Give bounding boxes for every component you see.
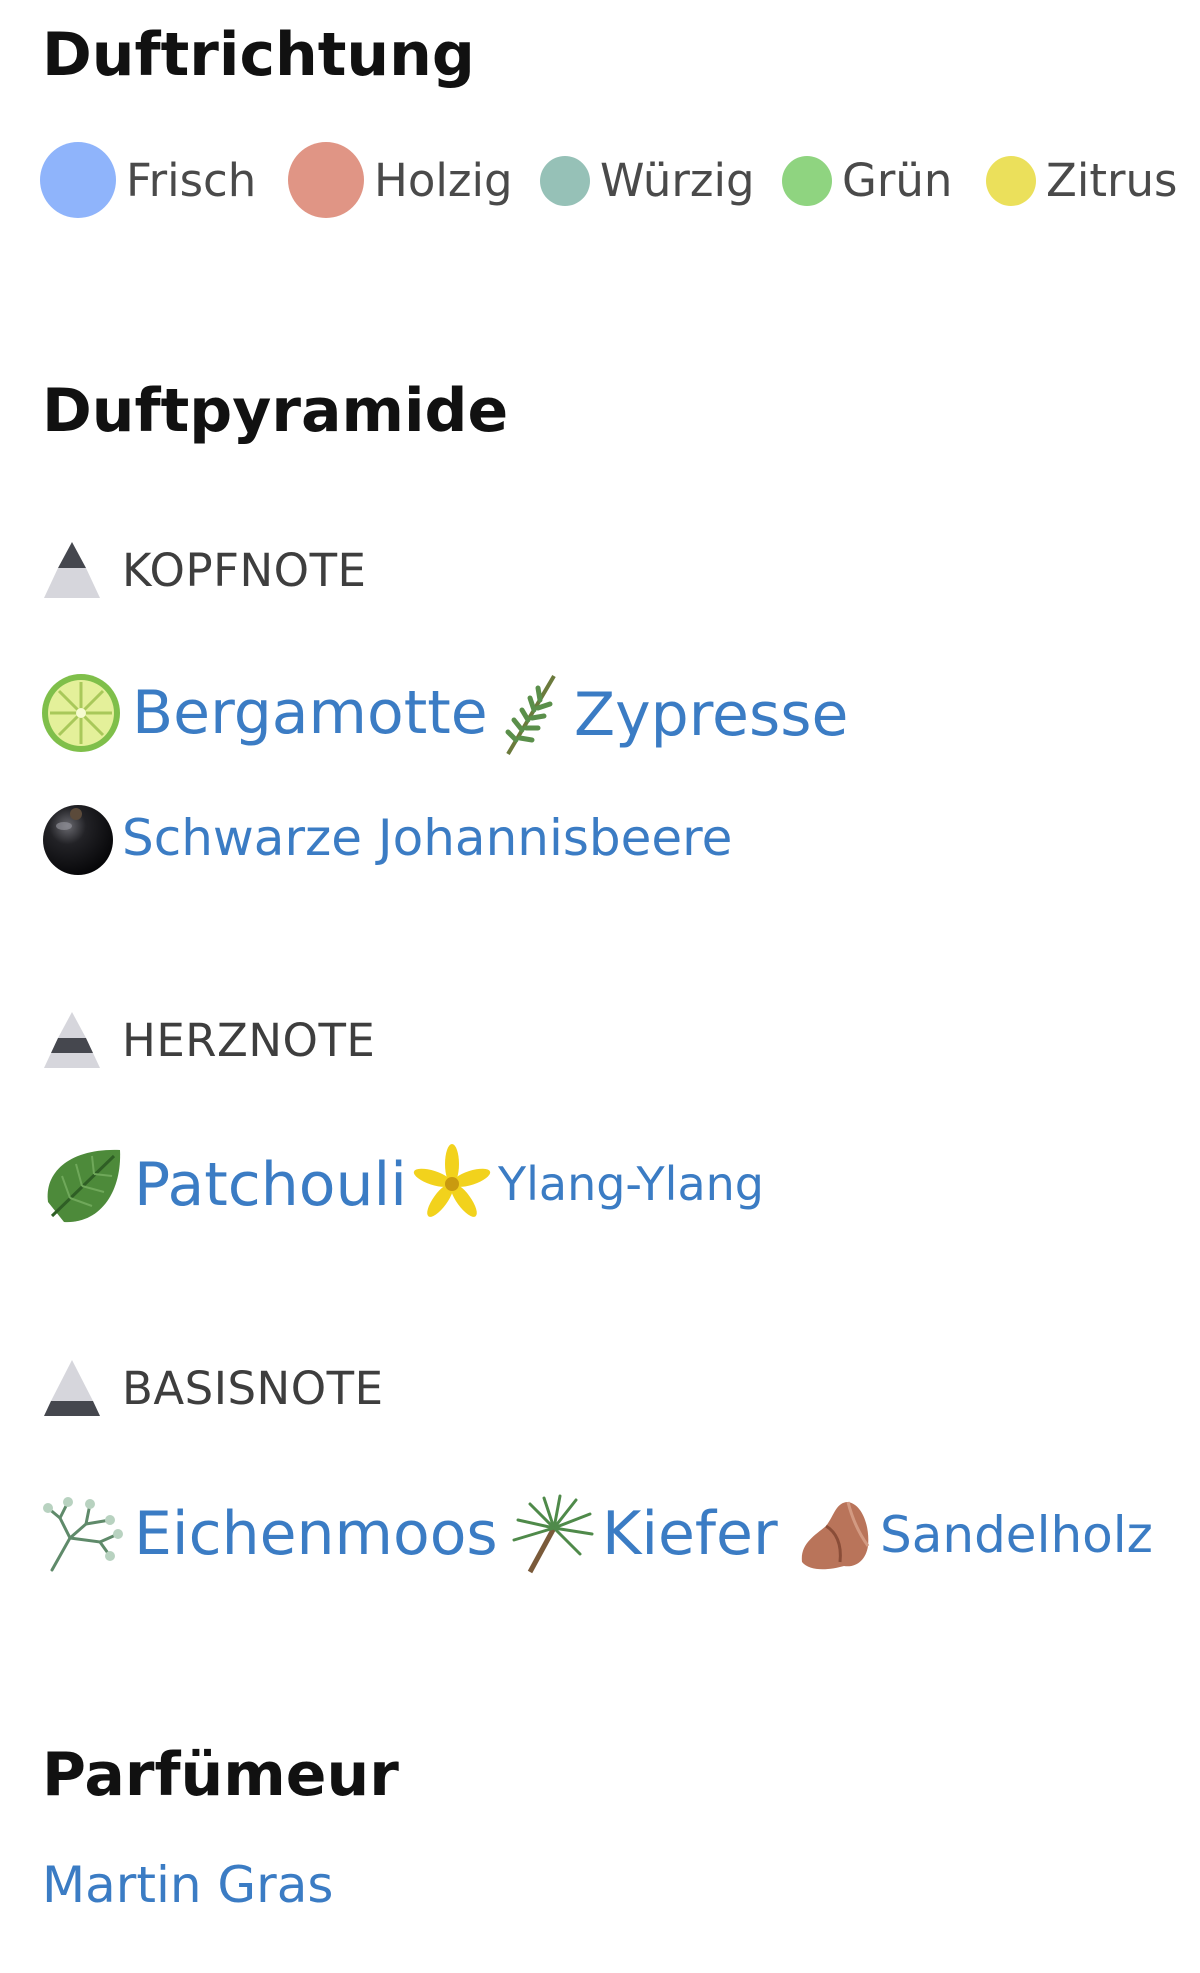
ylang-ylang-flower-icon xyxy=(413,1144,491,1217)
color-dot-holzig xyxy=(288,142,364,218)
note-bergamotte[interactable]: Bergamotte xyxy=(40,672,488,754)
note-name-zypresse: Zypresse xyxy=(574,680,849,750)
note-name-eichenmoos: Eichenmoos xyxy=(134,1499,498,1569)
color-dot-gruen xyxy=(782,155,832,206)
tier-basisnote: BASISNOTE xyxy=(40,1356,384,1420)
parfumeur-heading: Parfümeur xyxy=(42,1740,399,1810)
note-name-patchouli: Patchouli xyxy=(134,1150,407,1220)
note-name-schwarze-johannisbeere: Schwarze Johannisbeere xyxy=(122,809,733,867)
duftrichtung-heading: Duftrichtung xyxy=(42,20,475,90)
legend-item-holzig: Holzig xyxy=(288,142,513,218)
note-name-bergamotte: Bergamotte xyxy=(132,678,488,748)
note-sandelholz[interactable]: Sandelholz xyxy=(796,1496,1153,1574)
note-schwarze-johannisbeere[interactable]: Schwarze Johannisbeere xyxy=(40,800,732,876)
legend-item-zitrus: Zitrus xyxy=(986,154,1177,207)
note-name-ylang-ylang: Ylang-Ylang xyxy=(498,1157,764,1211)
tier-kopfnote: KOPFNOTE xyxy=(40,538,367,602)
note-kiefer[interactable]: Kiefer xyxy=(510,1494,778,1574)
legend-label: Zitrus xyxy=(1046,154,1178,207)
bergamot-icon xyxy=(42,674,120,752)
tier-label-herznote: HERZNOTE xyxy=(122,1013,376,1067)
cypress-icon xyxy=(505,674,556,756)
legend-item-frisch: Frisch xyxy=(40,142,256,218)
legend-label: Würzig xyxy=(600,154,755,207)
legend-item-gruen: Grün xyxy=(782,154,952,207)
note-name-sandelholz: Sandelholz xyxy=(880,1506,1153,1564)
oakmoss-icon xyxy=(43,1497,123,1572)
duftpyramide-heading: Duftpyramide xyxy=(42,376,509,446)
note-eichenmoos[interactable]: Eichenmoos xyxy=(40,1494,498,1574)
blackcurrant-icon xyxy=(43,805,113,875)
tier-label-kopfnote: KOPFNOTE xyxy=(122,543,367,597)
pyramid-top-icon xyxy=(44,542,100,598)
color-dot-wuerzig xyxy=(540,155,590,206)
note-name-kiefer: Kiefer xyxy=(602,1499,778,1569)
note-patchouli[interactable]: Patchouli xyxy=(40,1142,407,1228)
sandalwood-icon xyxy=(801,1501,870,1570)
note-zypresse[interactable]: Zypresse xyxy=(500,672,848,758)
color-dot-frisch xyxy=(40,142,116,218)
color-dot-zitrus xyxy=(986,155,1036,206)
pine-icon xyxy=(512,1494,594,1574)
tier-herznote: HERZNOTE xyxy=(40,1008,375,1072)
legend-item-wuerzig: Würzig xyxy=(540,154,755,207)
tier-label-basisnote: BASISNOTE xyxy=(122,1361,384,1415)
perfumer-link[interactable]: Martin Gras xyxy=(42,1856,333,1914)
pyramid-base-icon xyxy=(44,1360,100,1416)
legend-label: Grün xyxy=(842,154,953,207)
legend-label: Holzig xyxy=(374,153,513,207)
pyramid-middle-icon xyxy=(44,1012,100,1068)
legend-label: Frisch xyxy=(126,153,257,207)
patchouli-leaf-icon xyxy=(47,1149,121,1223)
note-ylang-ylang[interactable]: Ylang-Ylang xyxy=(412,1144,764,1224)
